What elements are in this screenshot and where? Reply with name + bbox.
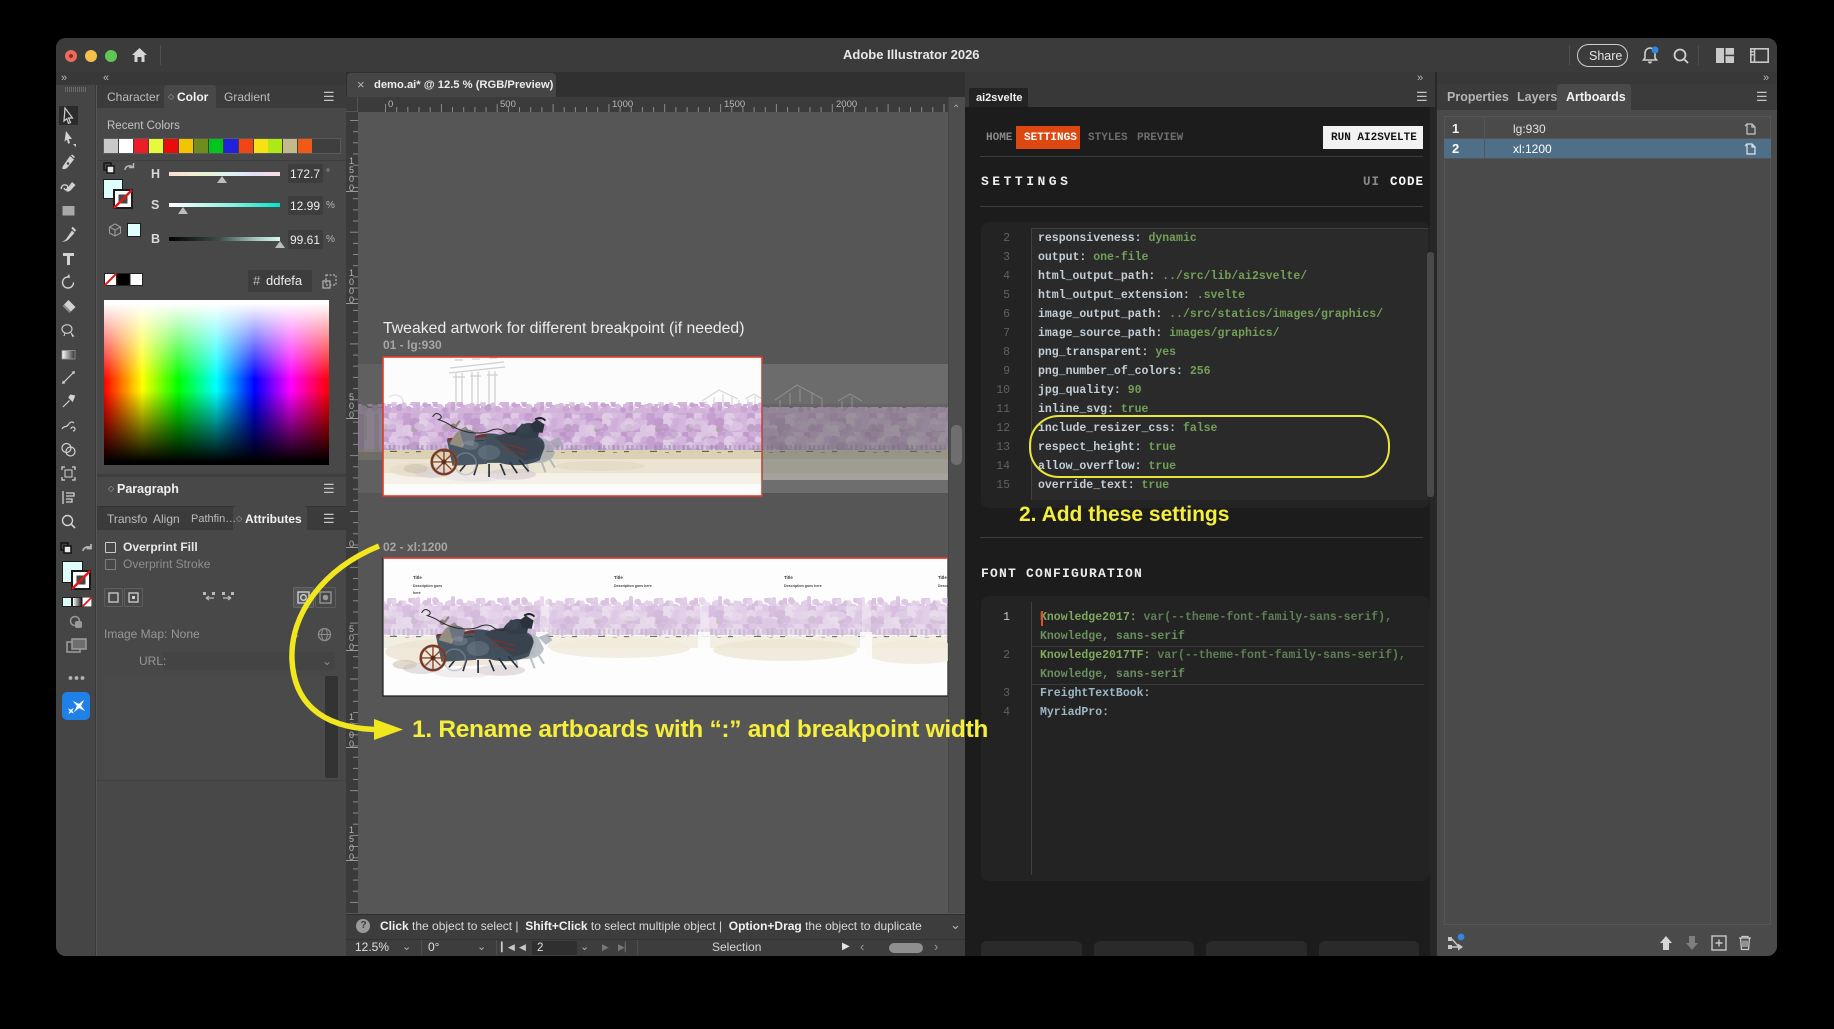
svg-text:Title: Title (784, 575, 793, 580)
svg-text:Description goes: Description goes (413, 584, 442, 588)
svg-text:0: 0 (349, 852, 354, 862)
svg-text:0: 0 (349, 410, 354, 420)
svg-text:500: 500 (500, 99, 516, 110)
svg-text:2000: 2000 (836, 99, 857, 110)
svg-text:Title: Title (614, 575, 623, 580)
svg-text:1000: 1000 (612, 99, 633, 110)
svg-text:0: 0 (349, 739, 354, 749)
svg-text:Title: Title (413, 575, 422, 580)
svg-text:0: 0 (349, 642, 354, 652)
svg-text:0: 0 (388, 99, 393, 110)
svg-text:0: 0 (349, 183, 354, 193)
svg-text:Description goes here: Description goes here (938, 584, 948, 588)
svg-text:Description goes here: Description goes here (614, 584, 652, 588)
svg-text:Description goes here: Description goes here (784, 584, 822, 588)
svg-text:0: 0 (349, 295, 354, 305)
svg-text:here: here (413, 591, 421, 595)
svg-text:1500: 1500 (724, 99, 745, 110)
svg-text:0: 0 (349, 539, 354, 549)
svg-text:Title: Title (938, 575, 947, 580)
